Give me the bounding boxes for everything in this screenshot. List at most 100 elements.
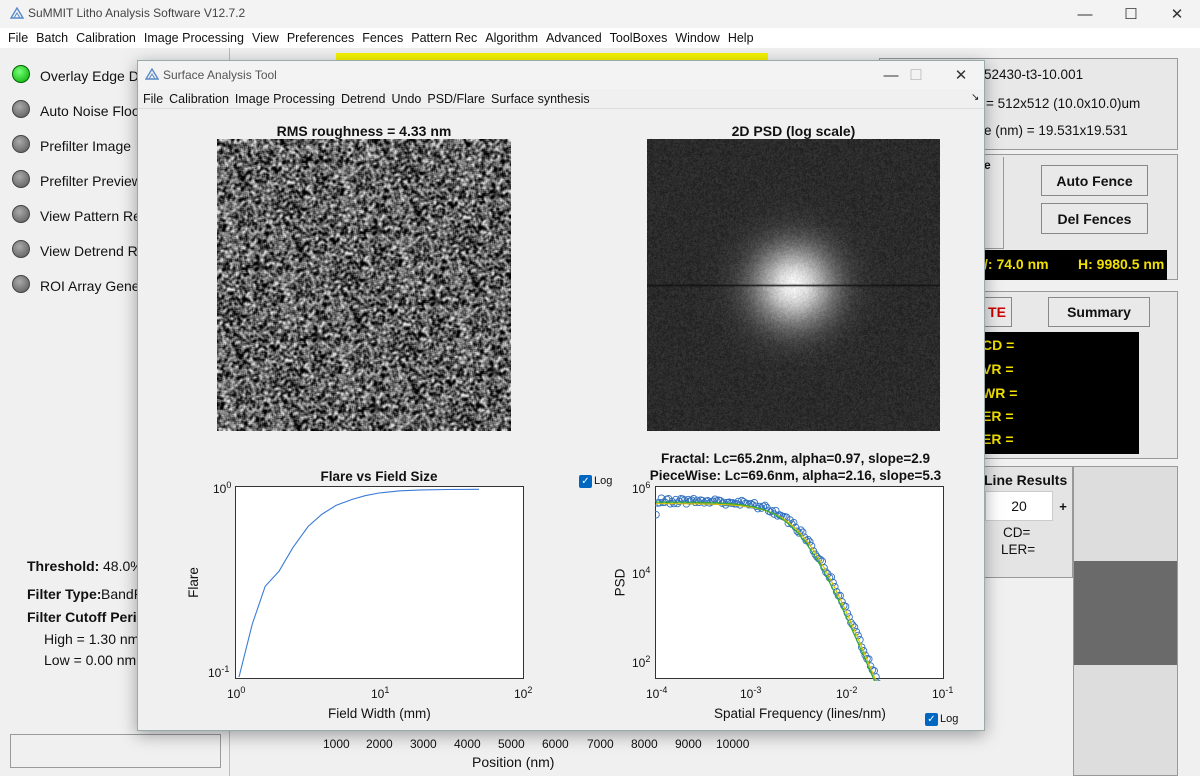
menu-preferences[interactable]: Preferences: [283, 31, 358, 45]
option-view-pattern-rec[interactable]: View Pattern Rec: [40, 208, 148, 224]
menu-toolboxes[interactable]: ToolBoxes: [606, 31, 672, 45]
option-prefilter-preview[interactable]: Prefilter Preview: [40, 173, 142, 189]
scrollbar-thumb[interactable]: [1074, 561, 1177, 665]
menu-batch[interactable]: Batch: [32, 31, 72, 45]
flare-xtick: 100: [227, 685, 245, 701]
led-off-icon[interactable]: [12, 100, 30, 118]
flare-plot: [235, 486, 524, 679]
auto-fence-button[interactable]: Auto Fence: [1041, 165, 1148, 196]
line-results-title: Line Results: [984, 472, 1068, 488]
sat-menu-calibration[interactable]: Calibration: [166, 92, 232, 106]
close-button[interactable]: ✕: [1154, 0, 1200, 28]
option-auto-noise-floor[interactable]: Auto Noise Floor: [40, 103, 144, 119]
sat-menu-image-processing[interactable]: Image Processing: [232, 92, 338, 106]
main-menubar: File Batch Calibration Image Processing …: [0, 28, 1200, 48]
option-roi-array[interactable]: ROI Array Gener: [40, 278, 144, 294]
position-tick: 5000: [498, 737, 525, 751]
image-size: = 512x512 (10.0x10.0)um: [986, 96, 1141, 111]
menu-image-processing[interactable]: Image Processing: [140, 31, 248, 45]
maximize-button[interactable]: ☐: [1108, 0, 1154, 28]
position-tick: 6000: [542, 737, 569, 751]
psd-log-checkbox[interactable]: ✓: [925, 713, 938, 726]
result-line: CD =: [982, 337, 1015, 353]
psd-xtick-exp: -3: [753, 685, 762, 695]
option-prefilter-image[interactable]: Prefilter Image: [40, 138, 131, 154]
app-logo-icon: [145, 68, 159, 80]
led-off-icon[interactable]: [12, 135, 30, 153]
menu-view[interactable]: View: [248, 31, 283, 45]
fence-subpanel-title: e: [984, 158, 991, 172]
option-view-detrend[interactable]: View Detrend Re: [40, 243, 146, 259]
led-off-icon[interactable]: [12, 275, 30, 293]
filter-cutoff-label: Filter Cutoff Perio: [27, 609, 146, 625]
red-action-button[interactable]: TE: [982, 297, 1012, 327]
position-tick: 1000: [323, 737, 350, 751]
filter-type-label: Filter Type:: [27, 586, 102, 602]
width-readout: /: 74.0 nm: [984, 256, 1049, 272]
flare-xtick-exp: 2: [527, 685, 533, 695]
menu-help[interactable]: Help: [724, 31, 758, 45]
cd-label: CD=: [1003, 525, 1031, 540]
psd-ytick-base: 10: [632, 567, 646, 581]
menu-file[interactable]: File: [4, 31, 32, 45]
flare-xtick-base: 10: [227, 687, 241, 701]
position-tick: 10000: [716, 737, 750, 751]
psd-ytick-base: 10: [632, 656, 646, 670]
menu-algorithm[interactable]: Algorithm: [481, 31, 542, 45]
rms-title: RMS roughness = 4.33 nm: [276, 123, 452, 139]
position-tick: 7000: [587, 737, 614, 751]
menu-pattern-rec[interactable]: Pattern Rec: [407, 31, 481, 45]
sat-maximize-button[interactable]: ☐: [893, 61, 939, 89]
led-off-icon[interactable]: [12, 205, 30, 223]
position-tick: 3000: [410, 737, 437, 751]
led-on-icon[interactable]: [12, 65, 30, 83]
result-line: ER =: [982, 408, 1014, 424]
led-off-icon[interactable]: [12, 240, 30, 258]
sat-menu-surface-synthesis[interactable]: Surface synthesis: [488, 92, 593, 106]
line-count-input[interactable]: 20: [985, 491, 1053, 521]
file-name: 52430-t3-10.001: [984, 67, 1084, 82]
menu-window[interactable]: Window: [671, 31, 723, 45]
sat-menu-file[interactable]: File: [140, 92, 166, 106]
filter-high: High = 1.30 nm: [44, 631, 140, 647]
roughness-image: [217, 139, 511, 431]
option-overlay-edge[interactable]: Overlay Edge Da: [40, 68, 147, 84]
sat-menu-undo[interactable]: Undo: [388, 92, 424, 106]
menu-calibration[interactable]: Calibration: [72, 31, 140, 45]
flare-ytick: 10-1: [208, 664, 229, 680]
psd-xtick-base: 10: [740, 687, 754, 701]
flare-ytick-exp: -1: [221, 664, 230, 674]
psd-ytick: 104: [632, 565, 650, 581]
result-line: VR =: [982, 361, 1014, 377]
flare-log-checkbox[interactable]: ✓: [579, 475, 592, 488]
psd-plot-area: [655, 486, 944, 679]
summary-button[interactable]: Summary: [1048, 297, 1150, 327]
menu-fences[interactable]: Fences: [358, 31, 407, 45]
status-field[interactable]: [10, 734, 221, 768]
sat-menu-detrend[interactable]: Detrend: [338, 92, 388, 106]
flare-ytick-exp: 0: [226, 480, 232, 490]
increment-button[interactable]: +: [1054, 491, 1072, 521]
led-off-icon[interactable]: [12, 170, 30, 188]
menu-advanced[interactable]: Advanced: [542, 31, 606, 45]
scrollbar-track[interactable]: [1073, 466, 1178, 776]
sat-menu-psd-flare[interactable]: PSD/Flare: [424, 92, 488, 106]
measure-display: /: 74.0 nm H: 9980.5 nm: [984, 250, 1167, 280]
position-axis-label: Position (nm): [472, 754, 555, 770]
psd-log-label: Log: [940, 713, 959, 725]
height-readout: H: 9980.5 nm: [1078, 256, 1165, 272]
psd-ytick-base: 10: [632, 482, 646, 496]
psd-xlabel: Spatial Frequency (lines/nm): [714, 706, 886, 721]
threshold-label: Threshold:: [27, 558, 100, 574]
psd-ylabel: PSD: [612, 568, 628, 597]
psd-plot: [655, 486, 944, 681]
del-fences-button[interactable]: Del Fences: [1041, 203, 1148, 234]
flare-title: Flare vs Field Size: [320, 469, 438, 484]
sat-close-button[interactable]: ✕: [938, 61, 984, 89]
psd-xtick-base: 10: [836, 687, 850, 701]
minimize-button[interactable]: —: [1062, 0, 1108, 28]
dock-arrow-icon[interactable]: ↘: [971, 92, 979, 103]
psd-ytick-exp: 4: [645, 565, 651, 575]
flare-xtick-base: 10: [514, 687, 528, 701]
psd-ytick-exp: 2: [645, 654, 651, 664]
